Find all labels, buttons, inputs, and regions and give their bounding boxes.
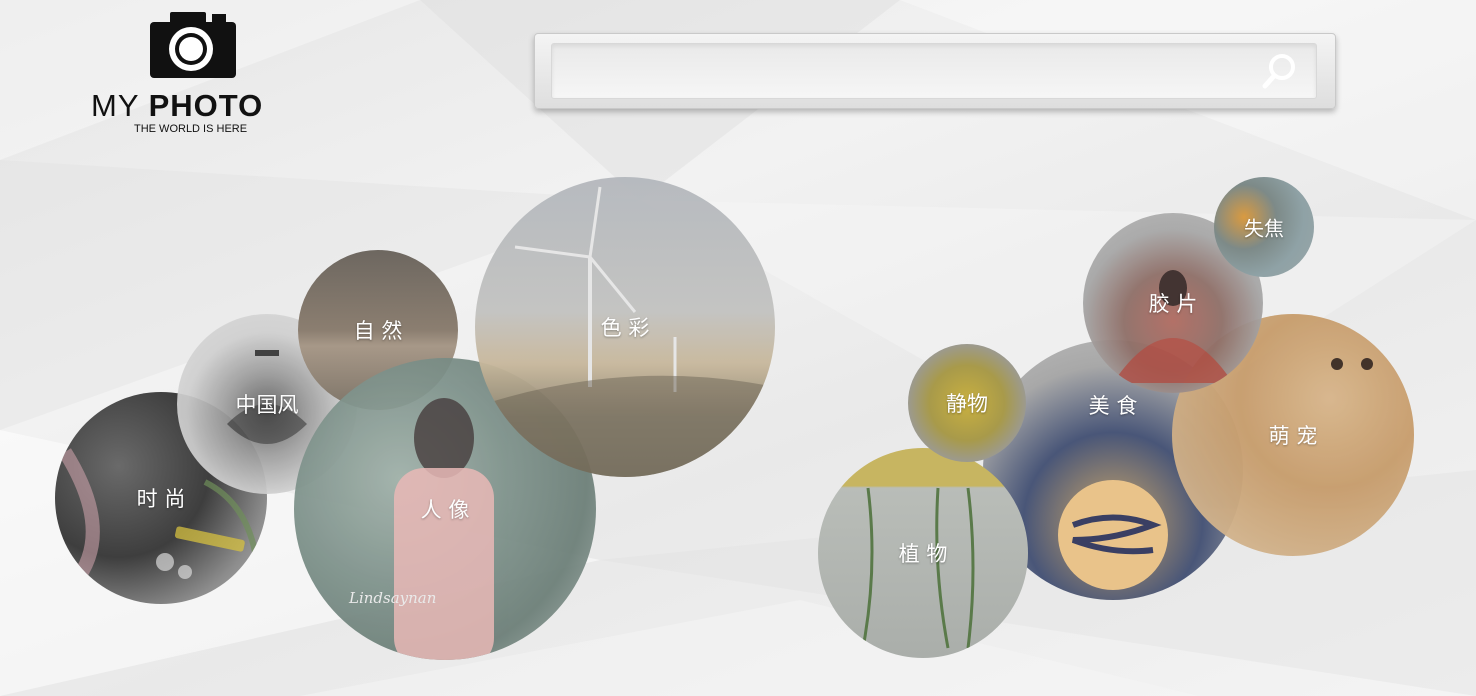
brand-tagline: THE WORLD IS HERE (134, 123, 248, 135)
label-film: 胶 片 (1148, 292, 1198, 316)
brand-name: MY PHOTO (91, 88, 264, 123)
label-plants: 植 物 (898, 542, 948, 566)
label-nature: 自 然 (353, 319, 403, 343)
search-icon[interactable] (1261, 52, 1297, 90)
label-still-life: 静物 (946, 392, 988, 416)
brand-logo[interactable]: MY PHOTO THE WORLD IS HERE (88, 10, 298, 140)
search-input[interactable] (551, 43, 1317, 99)
category-color[interactable]: 色 彩 (475, 177, 775, 477)
label-defocus: 失焦 (1244, 216, 1284, 241)
label-pets: 萌 宠 (1268, 424, 1318, 448)
search-bar (534, 33, 1336, 109)
watermark: Lindsaynan (348, 589, 436, 607)
category-defocus[interactable]: 失焦 (1214, 177, 1314, 277)
category-still-life[interactable]: 静物 (908, 344, 1026, 462)
label-color: 色 彩 (600, 316, 650, 340)
category-plants[interactable]: 植 物 (818, 448, 1028, 658)
camera-icon (150, 12, 236, 78)
label-portrait: 人 像 (420, 498, 470, 522)
